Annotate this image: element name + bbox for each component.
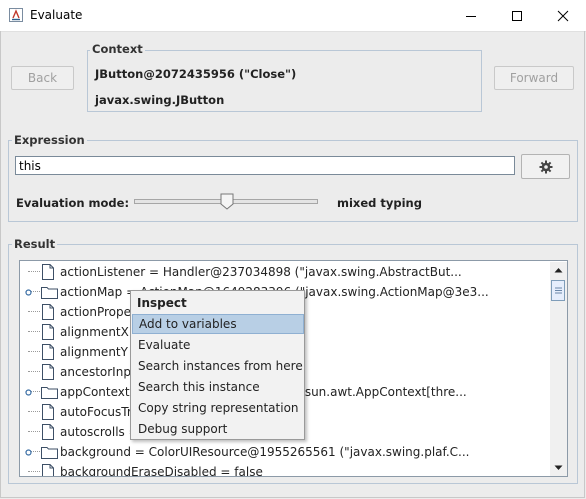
java-app-icon: [9, 8, 23, 22]
arrow-down-icon: [554, 465, 563, 470]
slider-thumb[interactable]: [220, 193, 234, 210]
tree-connector: [28, 411, 40, 412]
field-icon: [42, 464, 54, 476]
result-title: Result: [12, 237, 58, 251]
evaluation-mode-value: mixed typing: [337, 196, 422, 210]
context-menu: Inspect Add to variables Evaluate Search…: [130, 290, 305, 440]
context-title: Context: [90, 42, 145, 56]
folder-icon: [41, 447, 58, 459]
tree-connector: [28, 431, 40, 432]
field-icon: [42, 404, 54, 420]
menu-item-add-to-variables[interactable]: Add to variables: [132, 314, 304, 334]
folder-icon: [41, 287, 58, 299]
field-icon: [42, 324, 54, 340]
expand-handle-icon[interactable]: [25, 289, 32, 296]
context-object: JButton@2072435956 ("Close"): [95, 67, 297, 81]
close-button[interactable]: [540, 0, 586, 31]
settings-button[interactable]: [521, 154, 570, 179]
menu-item-search-instances-from-here[interactable]: Search instances from here: [132, 356, 304, 376]
field-icon: [42, 264, 54, 280]
context-class: javax.swing.JButton: [95, 93, 225, 107]
minimize-button[interactable]: [448, 0, 494, 31]
maximize-icon: [512, 11, 522, 21]
minimize-icon: [466, 16, 476, 17]
result-scrollbar[interactable]: [550, 262, 567, 476]
back-button[interactable]: Back: [11, 66, 74, 90]
maximize-button[interactable]: [494, 0, 540, 31]
field-icon: [42, 424, 54, 440]
tree-row-text: actionListener = Handler@237034898 ("jav…: [60, 265, 462, 279]
tree-connector: [28, 371, 40, 372]
tree-connector: [28, 331, 40, 332]
window-title: Evaluate: [30, 8, 83, 22]
tree-connector: [28, 311, 40, 312]
tree-connector: [28, 271, 40, 272]
tree-connector: [28, 351, 40, 352]
tree-row[interactable]: actionListener = Handler@237034898 ("jav…: [20, 262, 550, 282]
grip-icon: [555, 287, 562, 294]
forward-button[interactable]: Forward: [494, 66, 574, 90]
menu-item-search-this-instance[interactable]: Search this instance: [132, 377, 304, 397]
tree-row-text: backgroundEraseDisabled = false: [60, 465, 263, 477]
tree-connector: [28, 471, 40, 472]
scroll-up-button[interactable]: [550, 262, 567, 279]
folder-icon: [41, 387, 58, 399]
context-menu-header: Inspect: [137, 296, 187, 310]
expand-handle-icon[interactable]: [25, 389, 32, 396]
expand-handle-icon[interactable]: [25, 449, 32, 456]
field-icon: [42, 304, 54, 320]
tree-row[interactable]: backgroundEraseDisabled = false: [20, 462, 550, 477]
menu-item-debug-support[interactable]: Debug support: [132, 419, 304, 439]
arrow-up-icon: [554, 268, 563, 273]
evaluation-mode-label: Evaluation mode:: [16, 196, 130, 210]
gear-icon: [539, 160, 552, 174]
tree-row[interactable]: background = ColorUIResource@1955265561 …: [20, 442, 550, 462]
menu-item-copy-string-representation[interactable]: Copy string representation: [132, 398, 304, 418]
expression-input[interactable]: [15, 156, 515, 175]
tree-row-text: background = ColorUIResource@1955265561 …: [60, 445, 470, 459]
menu-item-evaluate[interactable]: Evaluate: [132, 335, 304, 355]
expression-title: Expression: [12, 133, 87, 147]
scroll-thumb[interactable]: [551, 280, 565, 301]
title-bar: Evaluate: [0, 0, 586, 32]
field-icon: [42, 364, 54, 380]
close-icon: [557, 10, 569, 22]
field-icon: [42, 344, 54, 360]
scroll-down-button[interactable]: [550, 459, 567, 476]
